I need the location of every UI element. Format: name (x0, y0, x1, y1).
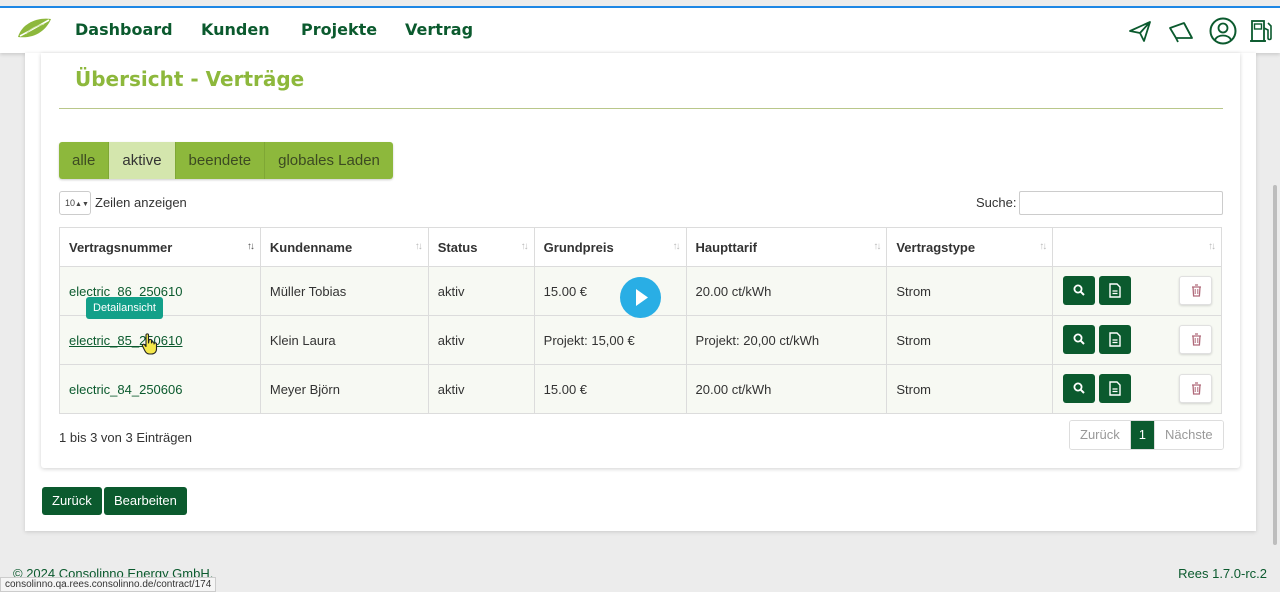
column-header-vertragstype[interactable]: Vertragstype ↑↓ (886, 227, 1054, 267)
contract-link[interactable]: electric_84_250606 (69, 382, 182, 397)
delete-contract-button[interactable] (1179, 276, 1212, 305)
sort-icon: ↑↓ (1039, 241, 1047, 252)
cell-vertragstype: Strom (886, 364, 1054, 414)
page-scrollbar[interactable] (1273, 185, 1277, 545)
user-circle-icon[interactable] (1208, 16, 1238, 46)
cell-grundpreis: 15.00 € (533, 266, 687, 316)
back-button[interactable]: Zurück (42, 487, 102, 515)
page-length-select[interactable]: 10▲▼ (59, 191, 91, 215)
page-length-label: Zeilen anzeigen (95, 195, 187, 210)
search-input[interactable] (1019, 191, 1223, 215)
trash-icon (1192, 382, 1201, 395)
column-header-label: Grundpreis (543, 239, 614, 255)
edit-button[interactable]: Bearbeiten (104, 487, 187, 515)
column-header-label: Vertragstype (896, 239, 976, 255)
filter-globales-laden-button[interactable]: globales Laden (265, 142, 393, 179)
column-header-haupttarif[interactable]: Haupttarif ↑↓ (685, 227, 888, 267)
magnifier-icon (1073, 382, 1085, 394)
sort-icon: ↑↓ (873, 241, 881, 252)
delete-contract-button[interactable] (1179, 325, 1212, 354)
pagination-prev-button[interactable]: Zurück (1070, 421, 1130, 449)
table-header-row: Vertragsnummer ↑↓ Kundenname ↑↓ Status ↑↓ G… (59, 227, 1222, 267)
cell-status: aktiv (427, 266, 535, 316)
footer-version: Rees 1.7.0-rc.2 (1178, 566, 1267, 581)
sort-icon: ↑↓ (414, 241, 423, 252)
cell-grundpreis: 15.00 € (533, 364, 687, 414)
cell-grundpreis: Projekt: 15,00 € (533, 315, 687, 365)
document-icon (1109, 381, 1121, 396)
cell-kundenname: Klein Laura (259, 315, 429, 365)
trash-icon (1192, 333, 1201, 346)
cell-kundenname: Müller Tobias (259, 266, 429, 316)
table-row: electric_85_250610 Klein Laura aktiv Pro… (59, 315, 1222, 365)
nav-vertrag[interactable]: Vertrag (405, 20, 473, 39)
sort-icon: ↑↓ (672, 241, 681, 252)
contract-document-button[interactable] (1099, 374, 1131, 403)
table-info: 1 bis 3 von 3 Einträgen (59, 430, 192, 445)
document-icon (1109, 283, 1121, 298)
view-contract-button[interactable] (1063, 325, 1095, 354)
navbar: Dashboard Kunden Projekte Vertrag (0, 8, 1280, 53)
filter-beendete-button[interactable]: beendete (175, 142, 266, 179)
contract-document-button[interactable] (1099, 325, 1131, 354)
hand-cursor-icon (141, 333, 158, 355)
cell-haupttarif: Projekt: 20,00 ct/kWh (685, 315, 888, 365)
sort-desc-icon: ↑↓ (246, 241, 255, 252)
page-length-value: 10 (65, 198, 76, 208)
page-title: Übersicht - Verträge (75, 67, 305, 91)
cell-vertragsnummer: electric_84_250606 (59, 364, 261, 414)
pagination-next-button[interactable]: Nächste (1153, 421, 1223, 449)
view-contract-button[interactable] (1063, 276, 1095, 305)
magnifier-icon (1073, 333, 1085, 345)
company-logo-icon[interactable] (16, 17, 52, 41)
detail-tooltip: Detailansicht (86, 297, 163, 319)
magnifier-icon (1073, 284, 1085, 296)
fuel-pump-icon[interactable] (1246, 16, 1276, 46)
sort-icon: ↑↓ (1208, 241, 1216, 252)
video-play-button[interactable] (620, 277, 661, 318)
column-header-actions[interactable]: ↑↓ (1052, 227, 1222, 267)
delete-contract-button[interactable] (1179, 374, 1212, 403)
nav-kunden[interactable]: Kunden (201, 20, 270, 39)
cell-vertragstype: Strom (886, 315, 1054, 365)
column-header-grundpreis[interactable]: Grundpreis ↑↓ (533, 227, 687, 267)
title-divider (59, 108, 1223, 109)
column-header-label: Kundenname (269, 239, 353, 255)
status-bar-url: consolinno.qa.rees.consolinno.de/contrac… (0, 577, 217, 592)
cell-haupttarif: 20.00 ct/kWh (685, 266, 888, 316)
table-row: electric_84_250606 Meyer Björn aktiv 15.… (59, 364, 1222, 414)
select-arrows-icon: ▲▼ (75, 201, 89, 208)
column-header-label: Status (437, 239, 478, 255)
play-icon (636, 289, 648, 306)
column-header-label: Vertragsnummer (69, 239, 173, 255)
contract-filter-group: alle aktive beendete globales Laden (59, 142, 393, 179)
search-label: Suche: (976, 195, 1017, 210)
nav-dashboard[interactable]: Dashboard (75, 20, 173, 39)
contract-document-button[interactable] (1099, 276, 1131, 305)
cell-status: aktiv (427, 364, 535, 414)
document-icon (1109, 332, 1121, 347)
cell-haupttarif: 20.00 ct/kWh (685, 364, 888, 414)
paper-plane-icon[interactable] (1125, 16, 1155, 46)
sort-icon: ↑↓ (520, 241, 529, 252)
nav-projekte[interactable]: Projekte (301, 20, 377, 39)
contract-link[interactable]: electric_85_250610 (69, 333, 182, 348)
pagination-page-1[interactable]: 1 (1129, 421, 1154, 449)
column-header-kundenname[interactable]: Kundenname ↑↓ (259, 227, 429, 267)
cell-status: aktiv (427, 315, 535, 365)
filter-aktive-button[interactable]: aktive (109, 142, 176, 179)
cell-vertragstype: Strom (886, 266, 1054, 316)
contracts-table: Vertragsnummer ↑↓ Kundenname ↑↓ Status ↑↓ G… (59, 227, 1222, 414)
column-header-vertragsnummer[interactable]: Vertragsnummer ↑↓ (59, 227, 261, 267)
filter-alle-button[interactable]: alle (59, 142, 110, 179)
trash-icon (1192, 284, 1201, 297)
view-contract-button[interactable] (1063, 374, 1095, 403)
cell-kundenname: Meyer Björn (259, 364, 429, 414)
column-header-label: Haupttarif (695, 239, 757, 255)
megaphone-icon[interactable] (1166, 16, 1196, 46)
pagination: Zurück 1 Nächste (1069, 420, 1224, 450)
column-header-status[interactable]: Status ↑↓ (427, 227, 535, 267)
